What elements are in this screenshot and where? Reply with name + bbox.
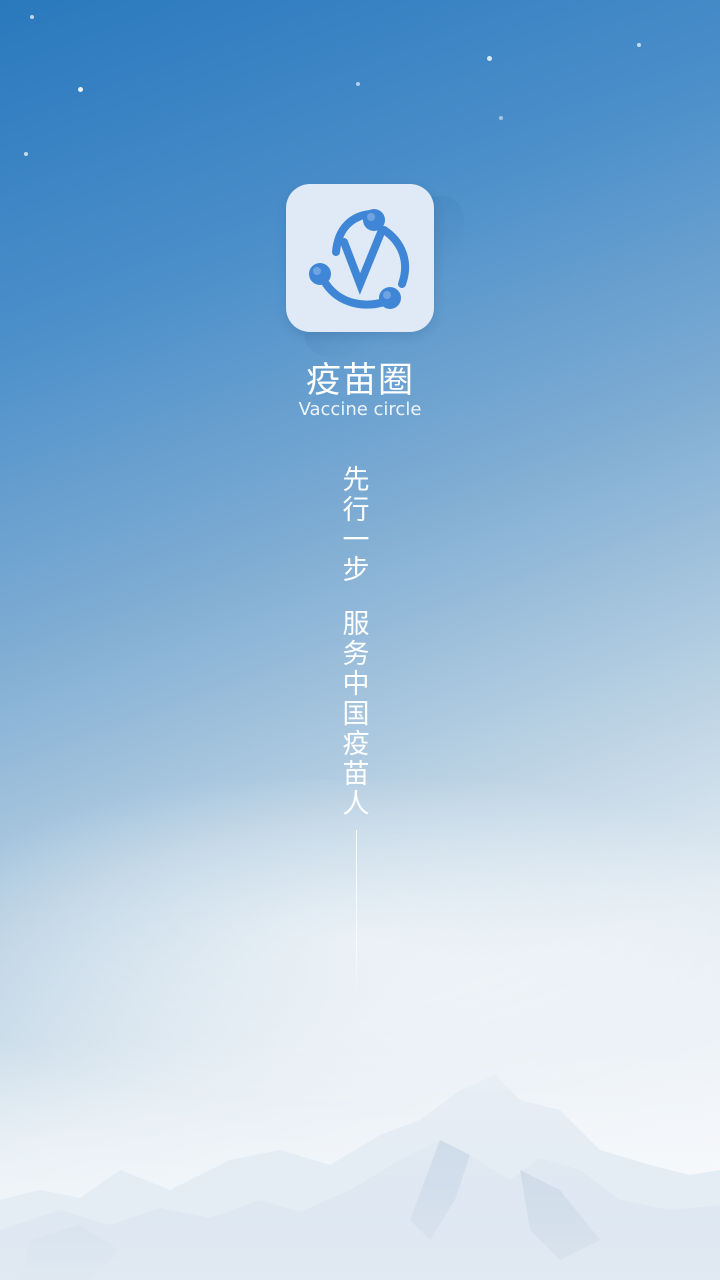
slogan-char: 国 [342,699,370,730]
star [24,152,28,156]
star [30,15,34,19]
slogan-char: 人 [342,789,370,820]
vertical-divider [356,830,357,1000]
star [487,56,492,61]
slogan-char: 步 [342,555,370,586]
star [637,43,641,47]
app-icon [286,184,434,332]
vaccine-circle-logo-icon [309,209,410,309]
slogan-part-1: 先 行 一 步 [341,466,371,586]
star [356,82,360,86]
splash-screen: 疫苗圈 Vaccine circle 先 行 一 步 服 务 中 国 疫 苗 人 [0,0,720,1280]
star [499,116,503,120]
slogan-part-2: 服 务 中 国 疫 苗 人 [341,610,371,820]
slogan-char: 先 [342,465,370,496]
app-subtitle: Vaccine circle [298,399,422,420]
slogan-char: 行 [342,495,370,526]
slogan-char: 服 [342,609,370,640]
slogan-char: 一 [342,525,370,556]
mountain-range-image [0,1040,720,1280]
slogan: 先 行 一 步 服 务 中 国 疫 苗 人 [336,466,376,820]
slogan-char: 疫 [342,729,370,760]
slogan-char: 中 [342,669,370,700]
app-name: 疫苗圈 [305,361,414,401]
star [78,87,83,92]
slogan-char: 苗 [342,759,370,790]
slogan-char: 务 [342,639,370,670]
